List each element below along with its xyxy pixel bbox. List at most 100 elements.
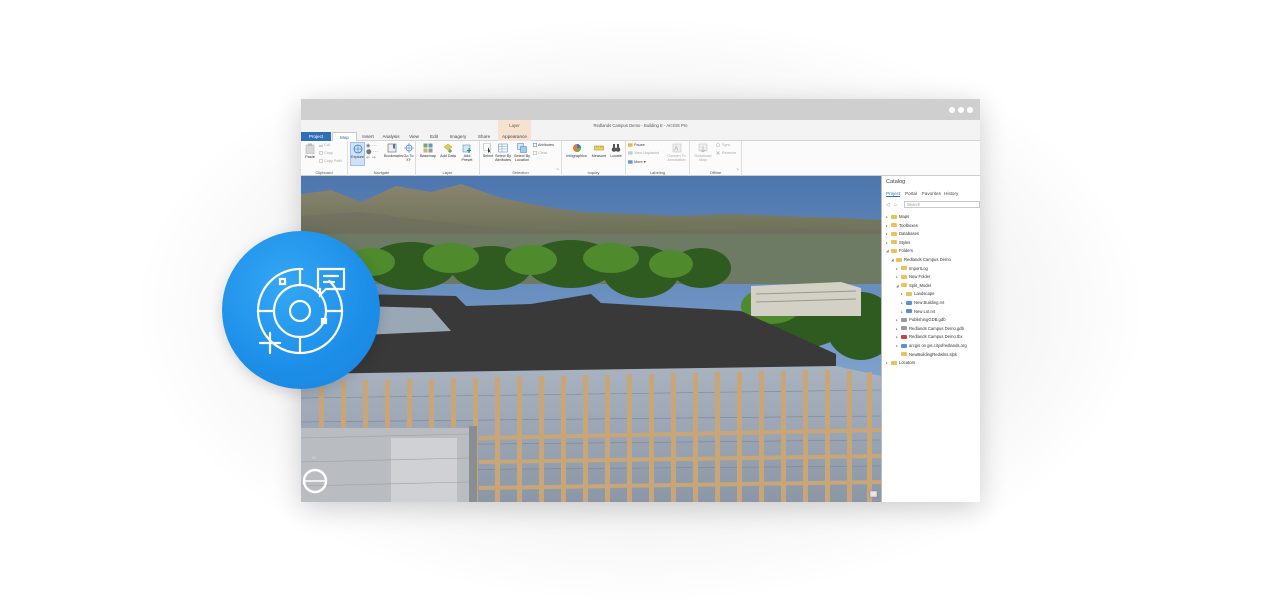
tab-imagery[interactable]: Imagery: [445, 132, 471, 141]
bookmarks-button[interactable]: Bookmarks: [384, 143, 403, 158]
item-icon: [901, 343, 907, 348]
folder-icon: [891, 360, 897, 365]
catalog-item[interactable]: ▸ ImportLog: [896, 265, 928, 273]
catalog-item[interactable]: NewBuildingRedwlns.slpk: [896, 351, 957, 359]
tab-insert[interactable]: Insert: [357, 132, 379, 141]
item-icon: [901, 326, 907, 331]
group-label-inquiry: Inquiry: [587, 170, 600, 175]
catalog-item[interactable]: ▸ Redlands Campus Demo.tbx: [896, 333, 963, 341]
catalog-item[interactable]: ▸ Landscape: [901, 290, 935, 298]
catalog-item[interactable]: ▸ Toolboxes: [886, 222, 918, 230]
catalog-item-label: New Lot.rvt: [914, 308, 936, 314]
catalog-item[interactable]: ◢ Folders: [886, 247, 913, 255]
folder-icon: [901, 352, 907, 357]
view-unplaced-button[interactable]: View Unplaced: [628, 151, 659, 155]
remove-button[interactable]: Remove: [716, 151, 736, 155]
copy-icon: [319, 151, 323, 155]
title-bar: Redlands Campus Demo - Building E - ArcG…: [301, 120, 980, 132]
tab-edit[interactable]: Edit: [425, 132, 443, 141]
attributes-button[interactable]: Attributes: [533, 143, 554, 147]
cut-button[interactable]: Cut: [318, 143, 330, 148]
clear-icon: [533, 151, 537, 155]
more-button[interactable]: More ▾: [628, 159, 646, 164]
svg-text:A: A: [674, 147, 678, 153]
catalog-item-label: Styles: [899, 239, 911, 245]
clear-button[interactable]: Clear: [533, 151, 547, 155]
go-to-xy-button[interactable]: Go To XY: [402, 143, 415, 162]
tab-project[interactable]: Project: [301, 132, 331, 141]
more-icon: [628, 160, 633, 164]
download-map-button[interactable]: Download Map: [692, 143, 714, 162]
folder-icon: [901, 266, 907, 271]
measure-button[interactable]: Measure: [590, 143, 608, 158]
catalog-item[interactable]: ▸ Databases: [886, 230, 919, 238]
catalog-tab-project[interactable]: Project: [886, 191, 901, 197]
map-scene-view[interactable]: ⁘: [301, 176, 881, 502]
folder-icon: [896, 257, 902, 262]
sync-icon: [716, 143, 720, 147]
infographics-icon: [572, 144, 581, 152]
catalog-item-label: New Building.rvt: [914, 300, 945, 305]
catalog-item[interactable]: ▸ Locators: [886, 359, 915, 367]
add-preset-button[interactable]: Add Preset: [458, 143, 476, 162]
home-icon[interactable]: ⌂: [894, 202, 897, 208]
window-dot-icon[interactable]: [967, 107, 973, 113]
group-offline: Download Map Sync Remove ↘ Offline: [690, 141, 742, 176]
catalog-item[interactable]: ▸ Redlands Campus Demo.gdb: [896, 325, 964, 333]
group-label-labeling: Labeling: [649, 170, 666, 175]
app-window: Redlands Campus Demo - Building E - ArcG…: [301, 99, 980, 502]
tab-appearance[interactable]: Appearance: [498, 132, 531, 141]
select-by-attributes-label: Select By Attributes: [494, 154, 512, 162]
infographics-label: Infographics: [566, 154, 587, 158]
select-by-attributes-button[interactable]: Select By Attributes: [494, 143, 512, 162]
catalog-item-label: arcgis on gis.cityofredlands.org: [909, 343, 967, 348]
back-arrow-icon[interactable]: ◁: [886, 202, 890, 208]
paste-icon: [305, 143, 315, 154]
copy-button[interactable]: Copy: [319, 151, 333, 155]
catalog-item[interactable]: ▸ New Building.rvt: [901, 299, 944, 307]
catalog-item[interactable]: ▸ Styles: [886, 239, 910, 247]
copy-path-button[interactable]: Copy Path: [319, 159, 342, 163]
catalog-search-input[interactable]: Search: [904, 201, 980, 208]
download-map-label: Download Map: [694, 154, 712, 162]
basemap-button[interactable]: Basemap: [419, 143, 437, 158]
add-data-button[interactable]: Add Data: [440, 143, 456, 158]
catalog-item-label: New Folder: [909, 274, 931, 280]
catalog-item[interactable]: ▸ PublishingGDB.gdb: [896, 316, 946, 324]
group-labeling: Pause View Unplaced More ▾ A Convert To …: [626, 141, 690, 176]
catalog-item[interactable]: ▸ Maps: [886, 213, 909, 221]
sync-button[interactable]: Sync: [716, 143, 730, 147]
catalog-tab-favorites[interactable]: Favorites: [922, 191, 941, 196]
group-clipboard: Paste Cut Copy Copy Path Clipboard: [301, 141, 348, 176]
folder-icon: [891, 223, 897, 228]
locate-button[interactable]: Locate: [609, 143, 623, 158]
tab-view[interactable]: View: [405, 132, 423, 141]
convert-to-annotation-button[interactable]: A Convert To Annotation: [664, 143, 689, 162]
folder-icon: [891, 214, 897, 219]
tab-map[interactable]: Map: [332, 132, 357, 141]
window-dot-icon[interactable]: [958, 107, 964, 113]
paste-button[interactable]: Paste: [303, 143, 317, 159]
infographics-button[interactable]: Infographics: [564, 143, 589, 158]
locate-label: Locate: [610, 154, 622, 158]
catalog-pane: Catalog Project Portal Favorites History…: [881, 176, 980, 502]
catalog-item[interactable]: ▸ arcgis on gis.cityofredlands.org: [896, 342, 967, 350]
cut-label: Cut: [324, 143, 330, 147]
catalog-item[interactable]: ▸ New Lot.rvt: [901, 308, 935, 316]
select-button[interactable]: Select: [482, 143, 494, 158]
catalog-item-label: Databases: [899, 231, 920, 237]
window-dot-icon[interactable]: [949, 107, 955, 113]
catalog-item[interactable]: ▸ New Folder: [896, 273, 930, 281]
catalog-item[interactable]: ◢ Split_Model: [896, 282, 931, 290]
catalog-item[interactable]: ◢ Redlands Campus Demo: [891, 256, 951, 264]
pause-button[interactable]: Pause: [628, 143, 645, 147]
select-by-location-button[interactable]: Select By Location: [513, 143, 531, 162]
basemap-label: Basemap: [419, 154, 437, 158]
scissors-icon: [318, 144, 324, 148]
item-icon: [901, 317, 907, 322]
tab-share[interactable]: Share: [473, 132, 495, 141]
explore-button[interactable]: Explore: [350, 142, 365, 166]
catalog-tab-history[interactable]: History: [944, 191, 958, 196]
catalog-tab-portal[interactable]: Portal: [905, 191, 917, 196]
tab-analysis[interactable]: Analysis: [379, 132, 403, 141]
